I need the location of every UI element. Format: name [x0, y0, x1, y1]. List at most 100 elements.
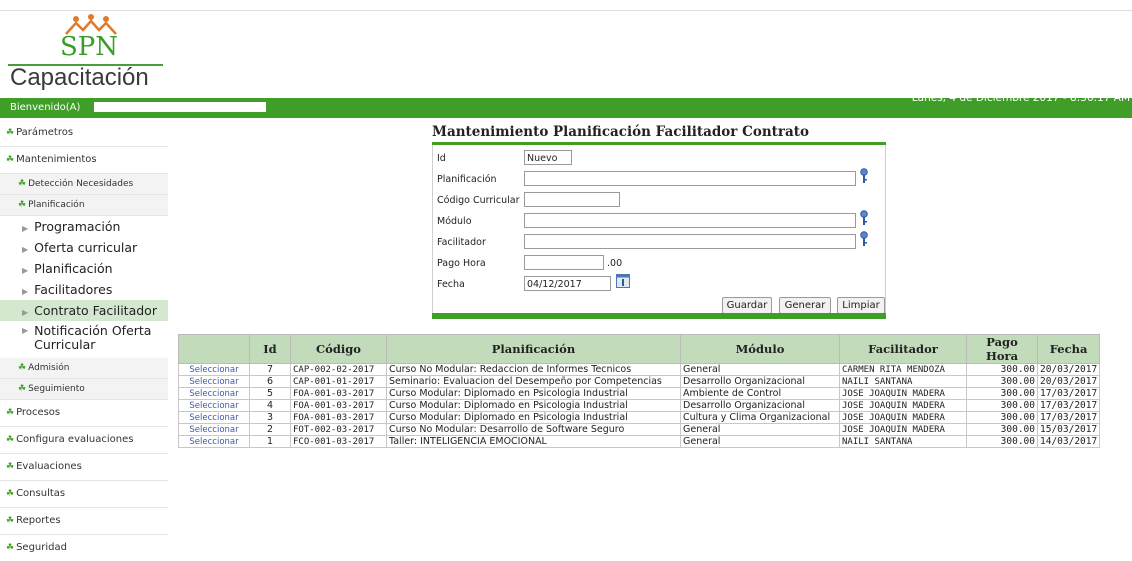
sidebar-item-deteccion[interactable]: ☘ Detección Necesidades: [0, 174, 168, 195]
generar-button[interactable]: Generar: [779, 297, 831, 314]
codigo-curricular-field[interactable]: [524, 192, 620, 207]
leaf-icon: ☘: [6, 516, 15, 526]
sidebar: ☘ Parámetros ☘ Mantenimientos ☘ Detección N…: [0, 120, 168, 561]
cell-planificacion: Taller: INTELIGENCIA EMOCIONAL: [386, 435, 681, 448]
table-row: Seleccionar 2 FOT-002-03-2017 Curso No M…: [178, 423, 1101, 436]
select-link[interactable]: Seleccionar: [178, 387, 250, 400]
cell-pago: 300.00: [966, 411, 1038, 424]
sidebar-item-procesos[interactable]: ☘ Procesos: [0, 400, 168, 427]
select-link[interactable]: Seleccionar: [178, 375, 250, 388]
leaf-icon: ☘: [6, 435, 15, 445]
cell-codigo: FOA-001-03-2017: [290, 411, 387, 424]
leaf-icon: ☘: [18, 384, 27, 394]
cell-pago: 300.00: [966, 435, 1038, 448]
cell-codigo: FOA-001-03-2017: [290, 399, 387, 412]
sidebar-item-planificacion-group[interactable]: ☘ Planificación: [0, 195, 168, 216]
sidebar-item-seguimiento[interactable]: ☘ Seguimiento: [0, 379, 168, 400]
cell-facilitador: CARMEN RITA MENDOZA: [839, 363, 967, 376]
cell-pago: 300.00: [966, 399, 1038, 412]
leaf-icon: ☘: [18, 179, 27, 189]
cell-id: 7: [249, 363, 291, 376]
planificacion-field[interactable]: [524, 171, 856, 186]
spn-logo: SPN Capacitación: [8, 14, 168, 94]
table-row: Seleccionar 3 FOA-001-03-2017 Curso Modu…: [178, 411, 1101, 424]
col-fecha-header[interactable]: Fecha: [1036, 334, 1101, 364]
form-body: Id Nuevo Planificación Código Curricular…: [432, 145, 886, 314]
sidebar-item-mantenimientos[interactable]: ☘ Mantenimientos: [0, 147, 168, 174]
col-pago-header[interactable]: Pago Hora: [966, 334, 1038, 364]
cell-fecha: 15/03/2017: [1036, 423, 1101, 436]
sidebar-item-programacion[interactable]: ▶ Programación: [0, 216, 168, 237]
sidebar-item-parametros[interactable]: ☘ Parámetros: [0, 120, 168, 147]
cell-modulo: General: [680, 435, 840, 448]
cell-modulo: Cultura y Clima Organizacional: [680, 411, 840, 424]
select-link[interactable]: Seleccionar: [178, 363, 250, 376]
col-id-header[interactable]: Id: [249, 334, 291, 364]
sidebar-item-reportes[interactable]: ☘ Reportes: [0, 508, 168, 535]
sidebar-item-evaluaciones[interactable]: ☘ Evaluaciones: [0, 454, 168, 481]
lookup-key-icon[interactable]: [859, 210, 869, 226]
select-link[interactable]: Seleccionar: [178, 399, 250, 412]
sidebar-item-consultas[interactable]: ☘ Consultas: [0, 481, 168, 508]
col-modulo-header[interactable]: Módulo: [680, 334, 840, 364]
username-redacted: [94, 102, 266, 112]
fecha-label: Fecha: [437, 279, 465, 290]
select-link[interactable]: Seleccionar: [178, 423, 250, 436]
cell-id: 3: [249, 411, 291, 424]
table-row: Seleccionar 7 CAP-002-02-2017 Curso No M…: [178, 363, 1101, 376]
cell-planificacion: Curso No Modular: Desarrollo de Software…: [386, 423, 681, 436]
cell-planificacion: Seminario: Evaluacion del Desempeño por …: [386, 375, 681, 388]
limpiar-button[interactable]: Limpiar: [837, 297, 885, 314]
cell-id: 6: [249, 375, 291, 388]
sidebar-item-oferta[interactable]: ▶ Oferta curricular: [0, 237, 168, 258]
form-bottom-bar: [432, 313, 886, 319]
arrow-icon: ▶: [22, 326, 29, 335]
col-codigo-header[interactable]: Código: [290, 334, 387, 364]
sidebar-item-admision[interactable]: ☘ Admisión: [0, 358, 168, 379]
facilitador-field[interactable]: [524, 234, 856, 249]
cell-id: 2: [249, 423, 291, 436]
welcome-text: Bienvenido(A): [10, 102, 81, 113]
pago-hora-field[interactable]: [524, 255, 604, 270]
sidebar-item-seguridad[interactable]: ☘ Seguridad: [0, 535, 168, 561]
logo-brand: SPN: [60, 32, 119, 62]
cell-modulo: Desarrollo Organizacional: [680, 375, 840, 388]
modulo-field[interactable]: [524, 213, 856, 228]
sidebar-item-planificacion[interactable]: ▶ Planificación: [0, 258, 168, 279]
cell-codigo: FOA-001-03-2017: [290, 387, 387, 400]
cell-facilitador: JOSE JOAQUIN MADERA: [839, 411, 967, 424]
cell-modulo: Ambiente de Control: [680, 387, 840, 400]
select-link[interactable]: Seleccionar: [178, 411, 250, 424]
cell-fecha: 17/03/2017: [1036, 399, 1101, 412]
modulo-label: Módulo: [437, 216, 472, 227]
fecha-field[interactable]: 04/12/2017: [524, 276, 611, 291]
cell-facilitador: JOSE JOAQUIN MADERA: [839, 423, 967, 436]
lookup-key-icon[interactable]: [859, 231, 869, 247]
sidebar-item-contrato[interactable]: ▶ Contrato Facilitador: [0, 300, 168, 321]
cell-planificacion: Curso Modular: Diplomado en Psicologia I…: [386, 411, 681, 424]
calendar-icon[interactable]: [616, 274, 630, 288]
col-planificacion-header[interactable]: Planificación: [386, 334, 681, 364]
table-row: Seleccionar 1 FCO-001-03-2017 Taller: IN…: [178, 435, 1101, 448]
leaf-icon: ☘: [6, 155, 15, 165]
id-field[interactable]: Nuevo: [524, 150, 572, 165]
contracts-table: Id Código Planificación Módulo Facilitad…: [178, 334, 1101, 448]
id-label: Id: [437, 153, 446, 164]
codigo-label: Código Curricular: [437, 195, 520, 206]
col-facilitador-header[interactable]: Facilitador: [839, 334, 967, 364]
header-bar: Bienvenido(A) Lunes, 4 de Diciembre 2017…: [0, 92, 1132, 118]
col-select-header: [178, 334, 250, 364]
guardar-button[interactable]: Guardar: [722, 297, 772, 314]
sidebar-item-configura[interactable]: ☘ Configura evaluaciones: [0, 427, 168, 454]
lookup-key-icon[interactable]: [859, 168, 869, 184]
cell-id: 4: [249, 399, 291, 412]
cell-pago: 300.00: [966, 423, 1038, 436]
pago-hora-suffix: .00: [607, 258, 623, 269]
cell-fecha: 17/03/2017: [1036, 387, 1101, 400]
facilitador-label: Facilitador: [437, 237, 486, 248]
cell-id: 1: [249, 435, 291, 448]
select-link[interactable]: Seleccionar: [178, 435, 250, 448]
sidebar-item-notificacion[interactable]: ▶ Notificación Oferta Curricular: [0, 321, 168, 358]
arrow-icon: ▶: [22, 308, 29, 317]
sidebar-item-facilitadores[interactable]: ▶ Facilitadores: [0, 279, 168, 300]
